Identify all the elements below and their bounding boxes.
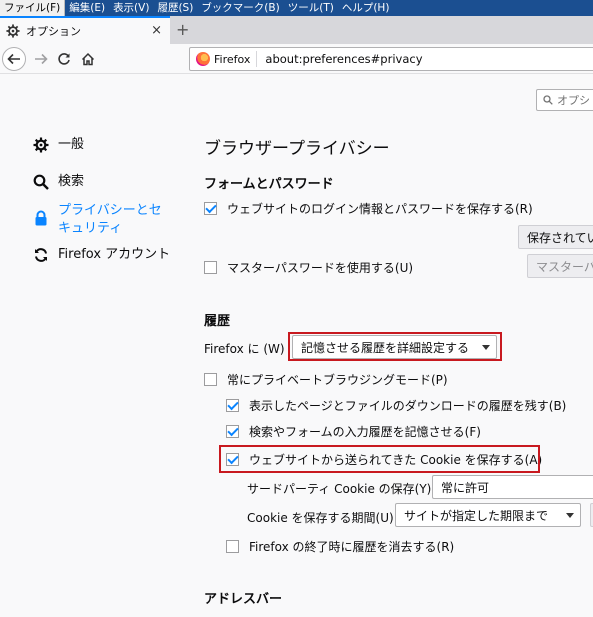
third-party-label: サードパーティ Cookie の保存(Y) [247,482,432,496]
remember-browsing-checkbox[interactable] [226,399,239,412]
remember-browsing-row[interactable]: 表示したページとファイルのダウンロードの履歴を残す(B) [226,397,566,414]
history-heading: 履歴 [204,314,231,329]
clear-on-close-row[interactable]: Firefox の終了時に履歴を消去する(R) [226,538,454,555]
url-bar[interactable]: Firefox about:preferences#privacy [189,47,593,71]
forward-button[interactable] [29,47,53,71]
save-logins-checkbox[interactable] [204,202,217,215]
home-button[interactable] [76,47,100,71]
sidebar-item-privacy[interactable]: プライバシーとセ キュリティ [33,202,162,238]
page-title: ブラウザープライバシー [204,139,390,159]
menu-history[interactable]: 履歴(S) [153,0,197,16]
menu-view[interactable]: 表示(V) [109,0,153,16]
remember-search-checkbox[interactable] [226,425,239,438]
private-mode-label: 常にプライベートブラウジングモード(P) [227,373,448,387]
chevron-down-icon [566,513,574,518]
save-logins-label: ウェブサイトのログイン情報とパスワードを保存する(R) [227,202,533,216]
reload-icon [58,53,70,65]
close-tab-icon[interactable]: × [151,23,162,38]
master-password-checkbox[interactable] [204,261,217,274]
third-party-cookies-value: 常に許可 [441,480,490,495]
keep-until-select[interactable]: サイトが指定した期限まで [395,503,581,527]
tab-title: オプション [26,25,81,38]
search-icon [33,174,49,190]
sidebar-item-search[interactable]: 検索 [33,173,84,191]
arrow-left-icon [7,53,20,65]
sidebar-item-label: Firefox アカウント [58,247,171,262]
private-mode-row[interactable]: 常にプライベートブラウジングモード(P) [204,371,448,388]
clear-on-close-checkbox[interactable] [226,540,239,553]
change-master-password-button[interactable]: マスターパ [527,254,593,278]
remember-search-label: 検索やフォームの入力履歴を記憶させる(F) [249,425,481,439]
tab-options[interactable]: オプション × [0,16,170,44]
sidebar-item-label-line1: プライバシーとセ [58,203,162,218]
remember-browsing-label: 表示したページとファイルのダウンロードの履歴を残す(B) [249,399,567,413]
sidebar-item-label: 検索 [58,174,85,189]
save-logins-checkbox-row[interactable]: ウェブサイトのログイン情報とパスワードを保存する(R) [204,200,533,217]
sidebar-item-label: プライバシーとセ キュリティ [58,202,162,238]
menu-bookmarks[interactable]: ブックマーク(B) [197,0,283,16]
reload-button[interactable] [52,47,76,71]
menu-bar: ファイル(F) 編集(E) 表示(V) 履歴(S) ブックマーク(B) ツール(… [0,0,593,16]
saved-logins-button[interactable]: 保存されてい [518,225,593,249]
remember-search-row[interactable]: 検索やフォームの入力履歴を記憶させる(F) [226,423,481,440]
master-password-label: マスターパスワードを使用する(U) [227,261,414,275]
preferences-search-input[interactable]: オプシ [536,89,593,111]
url-text[interactable]: about:preferences#privacy [257,52,422,66]
home-icon [81,52,95,66]
gear-icon [6,24,20,38]
sidebar-item-general[interactable]: 一般 [33,136,84,154]
menu-file[interactable]: ファイル(F) [0,0,66,16]
private-mode-checkbox[interactable] [204,373,217,386]
master-password-row[interactable]: マスターパスワードを使用する(U) [204,259,413,276]
new-tab-button[interactable]: + [176,20,189,39]
sidebar-item-firefox-account[interactable]: Firefox アカウント [33,246,170,264]
arrow-right-icon [35,53,48,65]
identity-box[interactable]: Firefox [190,51,258,67]
third-party-cookies-select[interactable]: 常に許可 [432,475,593,499]
tab-strip: オプション × + [0,16,593,44]
firefox-logo-icon [196,52,210,66]
keep-until-label: Cookie を保存する期間(U) [247,511,394,525]
addressbar-heading: アドレスバー [204,592,283,607]
sidebar-item-label: 一般 [58,137,85,152]
forms-heading: フォームとパスワード [204,177,334,192]
gear-icon [33,137,49,153]
cookies-highlight [219,445,540,473]
nav-bar: Firefox about:preferences#privacy [0,44,593,74]
lock-icon [35,210,47,226]
search-icon [543,95,553,105]
menu-help[interactable]: ヘルプ(H) [338,0,394,16]
history-mode-label: Firefox に (W) [204,342,285,356]
back-button[interactable] [2,47,26,71]
identity-label: Firefox [214,52,251,66]
keep-until-value: サイトが指定した期限まで [404,508,549,523]
clear-on-close-label: Firefox の終了時に履歴を消去する(R) [249,540,455,554]
menu-tools[interactable]: ツール(T) [284,0,338,16]
history-select-highlight [288,332,502,361]
sidebar-item-label-line2: キュリティ [58,221,123,236]
sync-icon [35,248,47,262]
menu-edit[interactable]: 編集(E) [65,0,109,16]
search-placeholder: オプシ [557,94,590,107]
